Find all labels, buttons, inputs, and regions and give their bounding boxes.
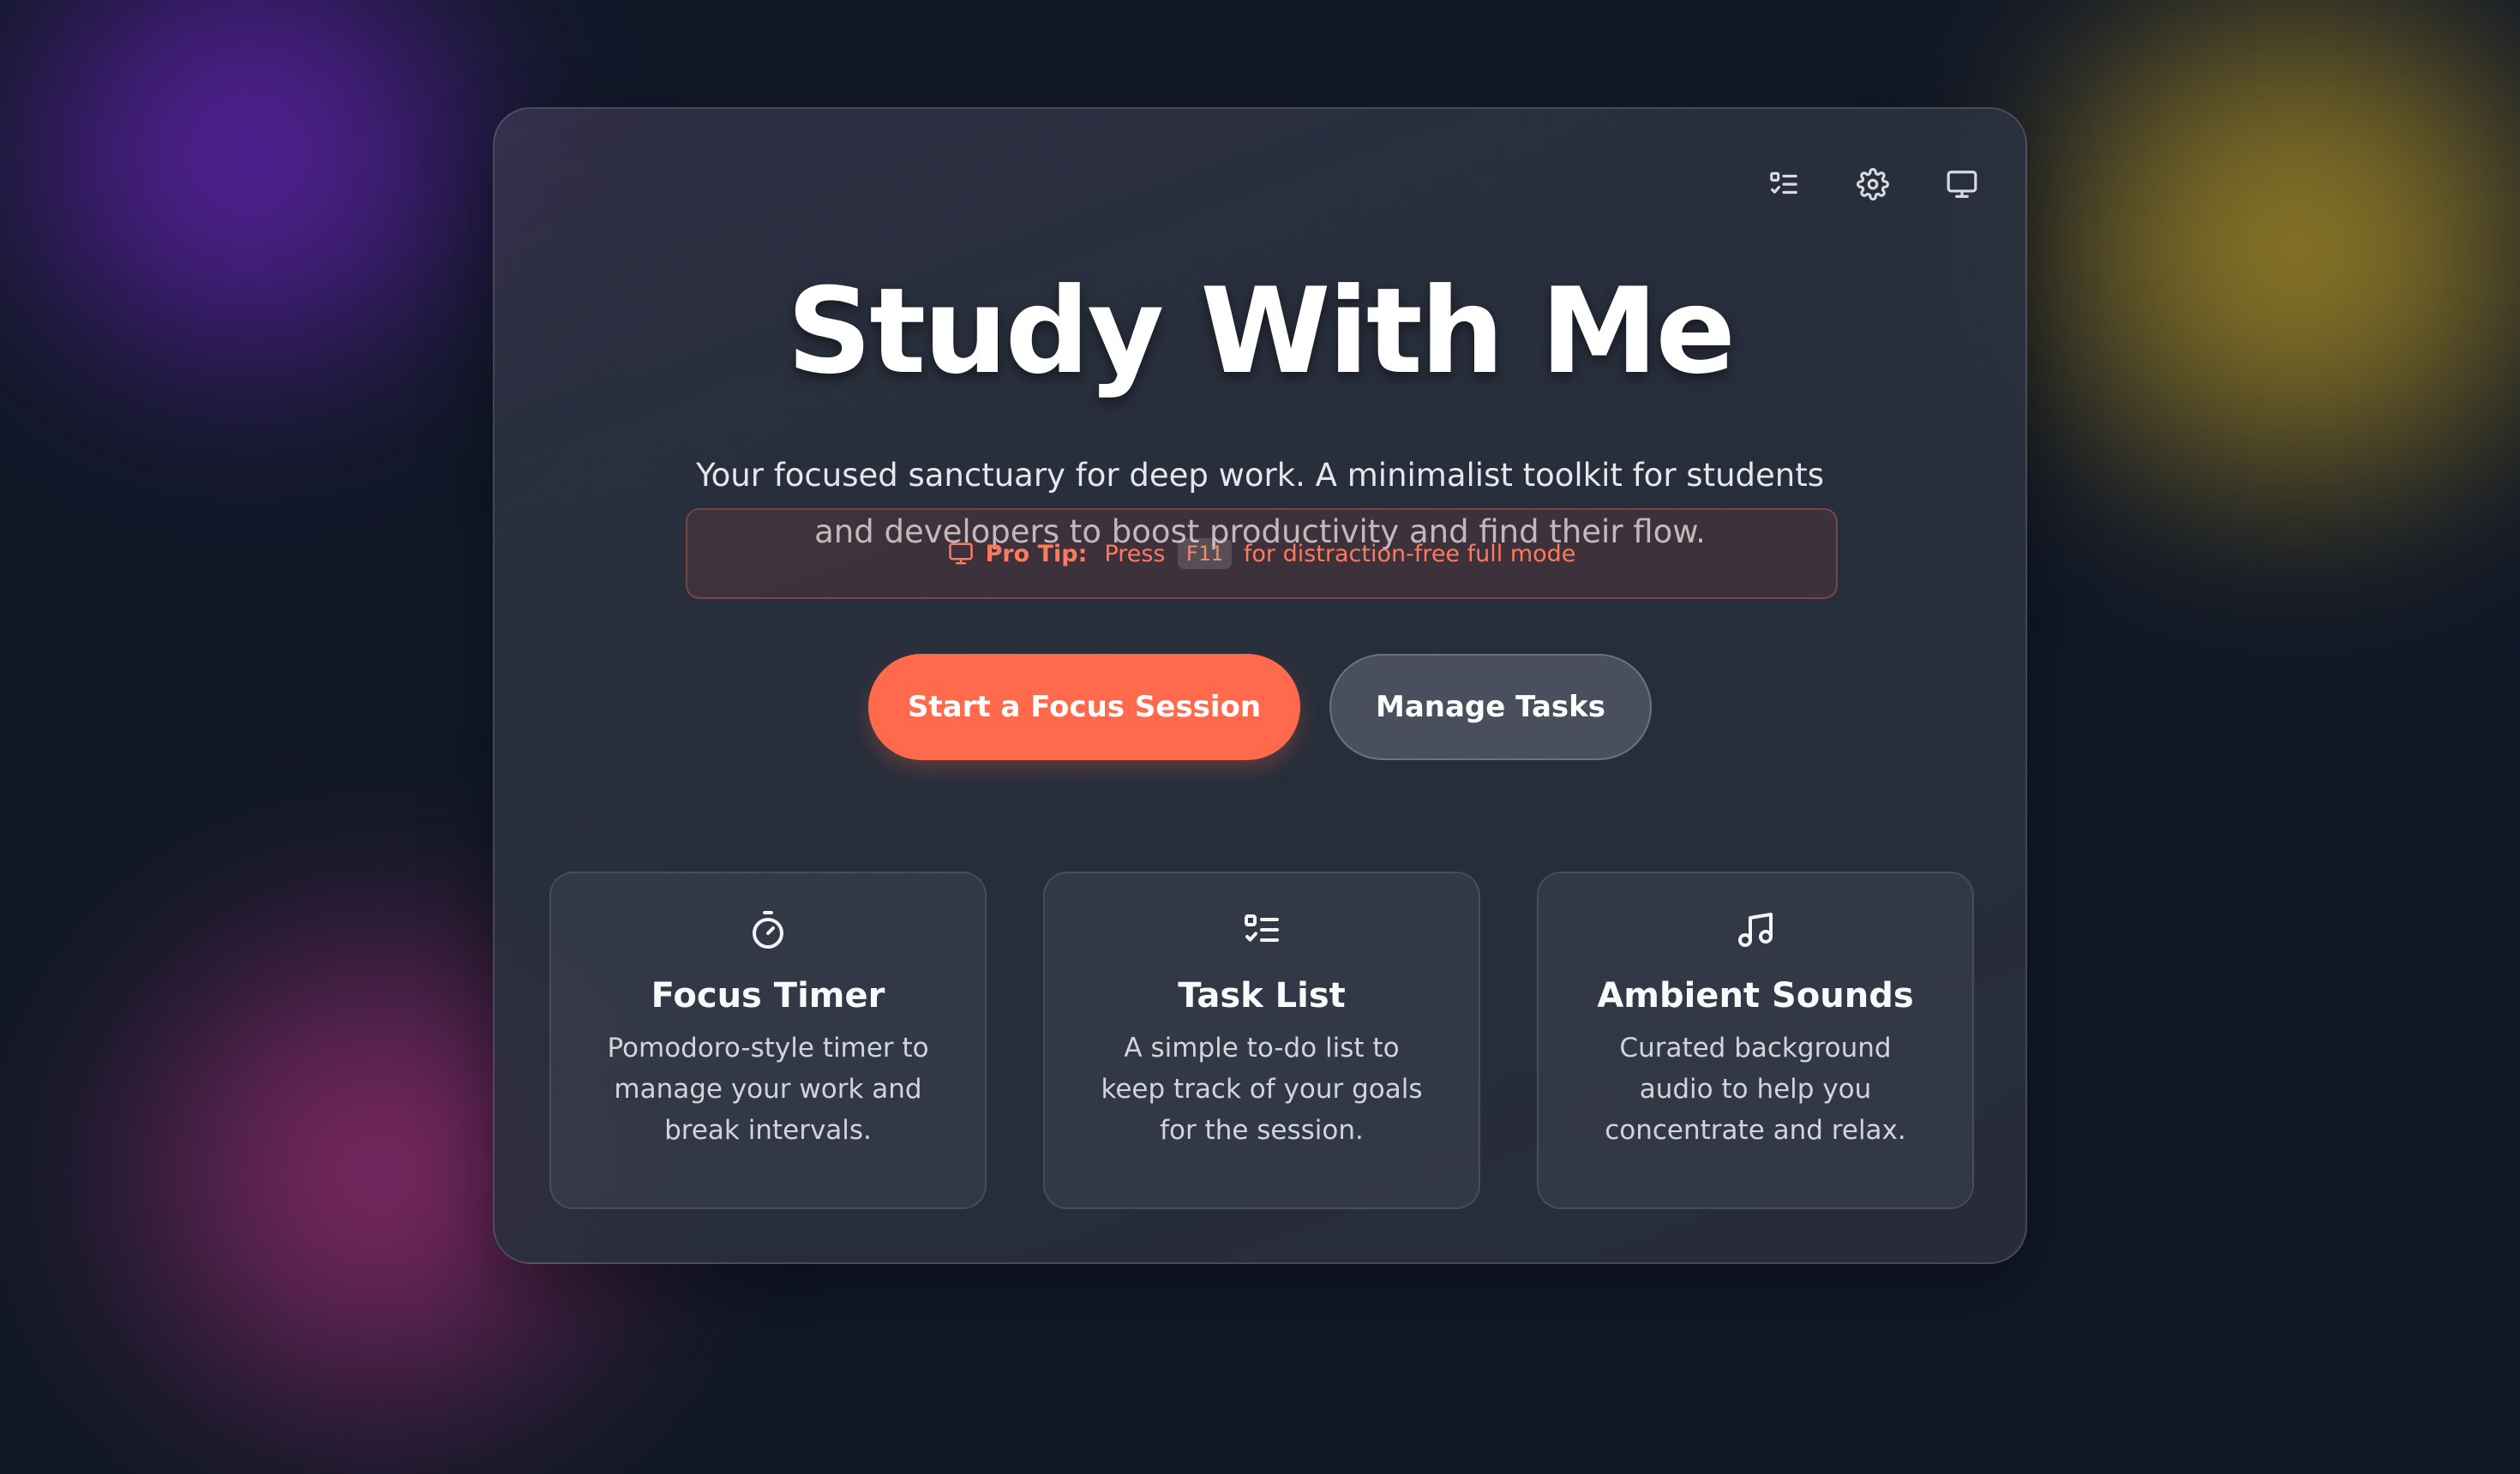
hero-card: Study With Me Your focused sanctuary for… [493,107,2027,1264]
feature-description: Curated background audio to help you con… [1605,1033,1906,1146]
feature-description: Pomodoro-style timer to manage your work… [607,1033,929,1146]
background-glow-yellow [1971,0,2520,548]
pro-tip-banner: Pro Tip: Press F11 for distraction-free … [686,508,1838,599]
pro-tip-label: Pro Tip: [985,540,1088,567]
page-title: Study With Me [786,262,1736,400]
action-buttons: Start a Focus Session Manage Tasks [495,654,2025,760]
stopwatch-icon [753,911,783,949]
list-check-icon [1770,171,1797,195]
feature-card-focus-timer: Focus Timer Pomodoro-style timer to mana… [549,872,987,1209]
start-focus-session-button[interactable]: Start a Focus Session [868,654,1300,760]
background-glow-purple [0,0,549,411]
manage-tasks-button[interactable]: Manage Tasks [1329,654,1652,760]
settings-button[interactable] [1844,155,1902,213]
tasks-toggle-button[interactable] [1755,155,1813,213]
list-check-icon [1245,914,1279,942]
music-note-icon [1738,913,1773,947]
feature-cards: Focus Timer Pomodoro-style timer to mana… [549,872,1974,1209]
fullscreen-button[interactable] [1933,155,1991,213]
feature-title: Ambient Sounds [1597,976,1914,1016]
keyboard-key: F11 [1177,538,1232,569]
pro-tip-text-before: Press [1104,540,1166,567]
feature-card-ambient-sounds: Ambient Sounds Curated background audio … [1537,872,1974,1209]
pro-tip-text-after: for distraction-free full mode [1243,540,1576,567]
feature-title: Task List [1178,976,1346,1016]
monitor-icon [1947,171,1977,198]
top-toolbar [1755,155,1991,213]
feature-card-task-list: Task List A simple to-do list to keep tr… [1043,872,1480,1209]
feature-title: Focus Timer [651,976,885,1016]
monitor-icon [948,542,973,565]
gear-icon [1857,168,1889,201]
feature-description: A simple to-do list to keep track of you… [1101,1033,1423,1146]
